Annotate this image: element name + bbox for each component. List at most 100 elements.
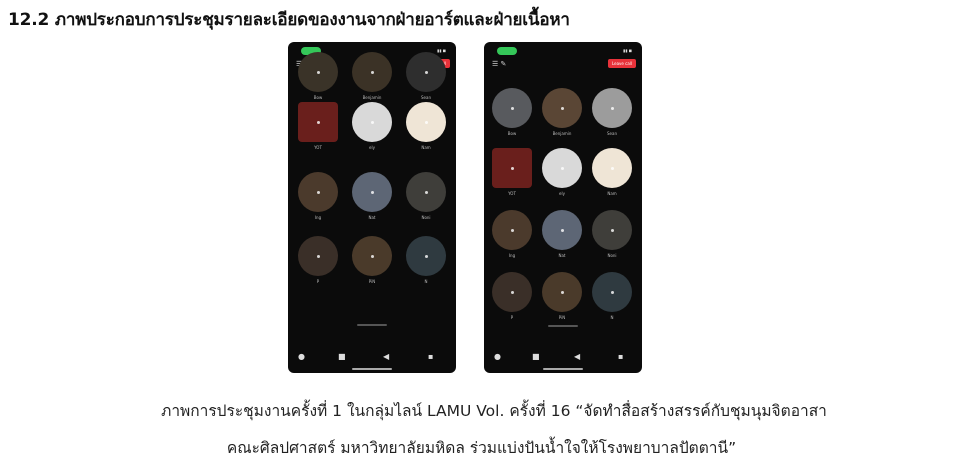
participant-avatar [352,102,392,142]
participant-tile[interactable]: Nat [540,210,584,258]
participant-name: P [316,279,320,284]
call-topbar: ☰ ✎ Leave call [484,58,642,72]
participant-avatar [298,172,338,212]
participant-name: N [610,315,614,320]
participant-tile[interactable]: Sean [404,52,448,100]
participant-grid: Bow Benjamin Sean YOT ely Nam Ing Nat Noni P PiN N [484,88,642,333]
more-icon[interactable]: ▪ [618,352,623,361]
participant-name: PiN [368,279,376,284]
participant-grid: Bow Benjamin Sean YOT ely Nam Ing Nat Noni P PiN N [288,52,456,334]
avatar-marker [370,190,374,194]
avatar-marker [316,190,320,194]
avatar-marker [424,254,428,258]
participant-avatar [542,210,582,250]
video-icon[interactable]: ■ [338,352,346,361]
participant-name: PiN [558,315,566,320]
video-icon[interactable]: ■ [532,352,540,361]
participant-avatar [592,148,632,188]
participant-tile[interactable]: Ing [296,172,340,220]
speaker-icon[interactable]: ◀ [574,352,580,361]
participant-tile[interactable]: PiN [350,236,394,284]
call-controls: ● ■ ◀ ▪ [484,349,642,365]
participant-tile[interactable]: P [490,272,534,320]
participant-tile[interactable]: Sean [590,88,634,136]
participant-tile[interactable]: Benjamin [350,52,394,100]
participant-name: Ing [314,215,322,220]
participant-tile[interactable]: Noni [404,172,448,220]
speaker-icon[interactable]: ◀ [383,352,389,361]
participant-avatar [406,102,446,142]
avatar-marker [424,120,428,124]
caption-line-1: ภาพการประชุมงานครั้งที่ 1 ในกลุ่มไลน์ LA… [161,402,827,420]
participant-tile[interactable]: N [404,236,448,284]
drag-handle[interactable] [548,325,578,327]
participant-avatar [592,272,632,312]
avatar-marker [560,166,564,170]
participant-tile[interactable]: N [590,272,634,320]
participant-name: ely [559,191,565,196]
caption-line-2: คณะศิลปศาสตร์ มหาวิทยาลัยมหิดล ร่วมแบ่งป… [226,439,737,457]
participant-tile[interactable]: P [296,236,340,284]
avatar-marker [610,290,614,294]
participant-tile[interactable]: Nam [590,148,634,196]
participant-avatar [298,102,338,142]
participant-tile[interactable]: PiN [540,272,584,320]
avatar-marker [510,228,514,232]
participant-avatar [406,52,446,92]
participant-avatar [352,52,392,92]
participant-avatar [592,88,632,128]
avatar-marker [560,228,564,232]
avatar-marker [510,290,514,294]
participant-name: Nam [607,191,617,196]
call-screenshot-1: ▮▮ ◼ ☰ ✎ •••• Leave call BowBenjaminSean… [288,42,456,373]
participant-tile[interactable]: YOT [296,102,340,150]
avatar-marker [424,190,428,194]
participant-tile[interactable]: Ing [490,210,534,258]
more-icon[interactable]: ▪ [428,352,433,361]
participant-avatar [492,272,532,312]
avatar-marker [370,70,374,74]
participant-tile[interactable]: ely [350,102,394,150]
home-indicator [352,368,392,370]
avatar-marker [610,228,614,232]
status-pill [497,47,517,55]
drag-handle[interactable] [357,324,387,326]
participant-avatar [406,236,446,276]
participant-tile[interactable]: Bow [490,88,534,136]
participant-name: Noni [607,253,617,258]
menu-icon[interactable]: ☰ ✎ [492,60,506,68]
participant-tile[interactable]: Noni [590,210,634,258]
call-screenshot-2: ▮▮ ◼ ☰ ✎ Leave call Bow Benjamin Sean YOT el… [484,42,642,373]
participant-tile[interactable]: YOT [490,148,534,196]
participant-name: Benjamin [362,95,382,100]
participant-avatar [298,52,338,92]
participant-tile[interactable]: Bow [296,52,340,100]
participant-tile[interactable]: Nam [404,102,448,150]
participant-name: Nat [368,215,376,220]
participant-avatar [352,172,392,212]
participant-name: Bow [507,131,517,136]
call-controls: ● ■ ◀ ▪ [288,349,456,365]
participant-name: ely [369,145,375,150]
participant-avatar [542,88,582,128]
participant-avatar [492,88,532,128]
mic-icon[interactable]: ● [494,352,501,361]
participant-tile[interactable]: Benjamin [540,88,584,136]
avatar-marker [510,106,514,110]
participant-name: YOT [314,145,322,150]
participant-name: YOT [508,191,516,196]
participant-avatar [352,236,392,276]
avatar-marker [610,166,614,170]
avatar-marker [316,254,320,258]
mic-icon[interactable]: ● [298,352,305,361]
participant-tile[interactable]: ely [540,148,584,196]
section-heading: 12.2 ภาพประกอบการประชุมรายละเอียดของงานจ… [8,10,570,30]
participant-avatar [298,236,338,276]
avatar-marker [510,166,514,170]
participant-name: Sean [607,131,617,136]
avatar-marker [316,120,320,124]
leave-call-button[interactable]: Leave call [607,59,636,68]
participant-tile[interactable]: Nat [350,172,394,220]
participant-name: Noni [421,215,431,220]
participant-avatar [406,172,446,212]
